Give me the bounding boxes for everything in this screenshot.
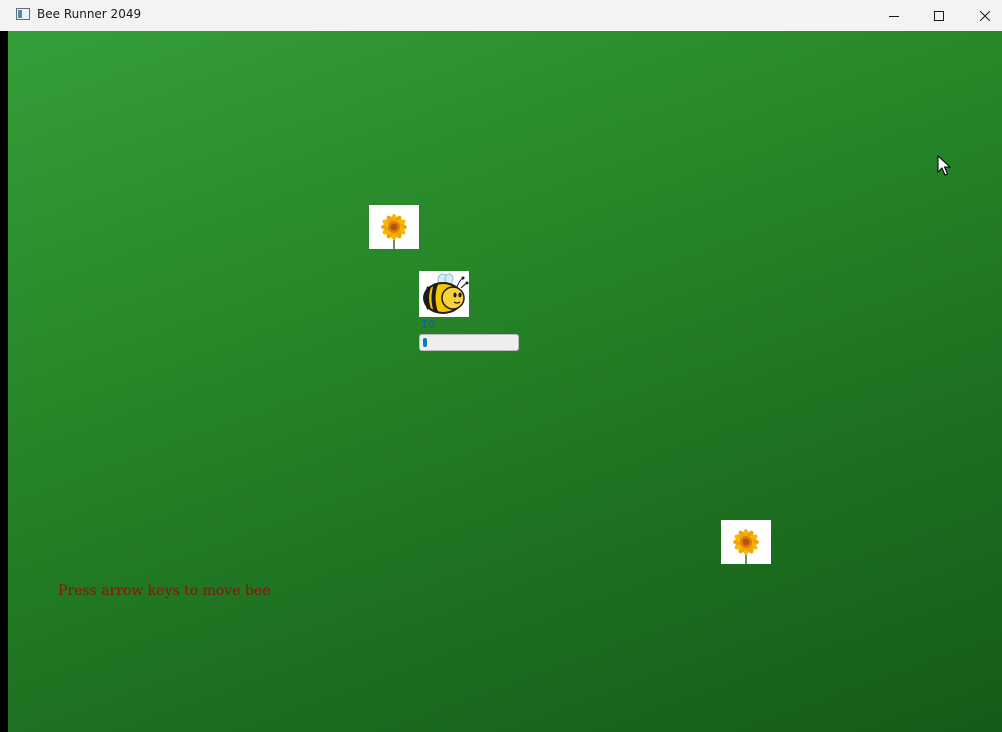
game-canvas[interactable]: 10 Press arrow keys to move bee [8,31,1002,732]
bee-progress-bar [419,334,519,351]
close-button[interactable] [962,0,1002,31]
maximize-icon [934,10,944,21]
close-icon [980,10,990,21]
maximize-button[interactable] [916,0,962,31]
minimize-icon [889,15,899,17]
window-left-border [0,31,8,732]
bee-icon [423,273,469,314]
minimize-button[interactable] [871,0,917,31]
flower-sprite [721,520,771,564]
title-bar[interactable]: Bee Runner 2049 [0,0,1002,31]
window-title: Bee Runner 2049 [37,7,142,21]
instruction-text: Press arrow keys to move bee [58,583,271,599]
bee-progress-fill [423,338,427,347]
mouse-cursor-icon [937,155,951,176]
bee-sprite [419,271,469,317]
flower-icon [381,214,407,249]
bee-counter: 10 [421,318,435,331]
flower-icon [733,529,759,564]
flower-sprite [369,205,419,249]
app-window: Bee Runner 2049 10 Press arrow keys to m… [0,0,1002,732]
app-icon [16,8,30,20]
